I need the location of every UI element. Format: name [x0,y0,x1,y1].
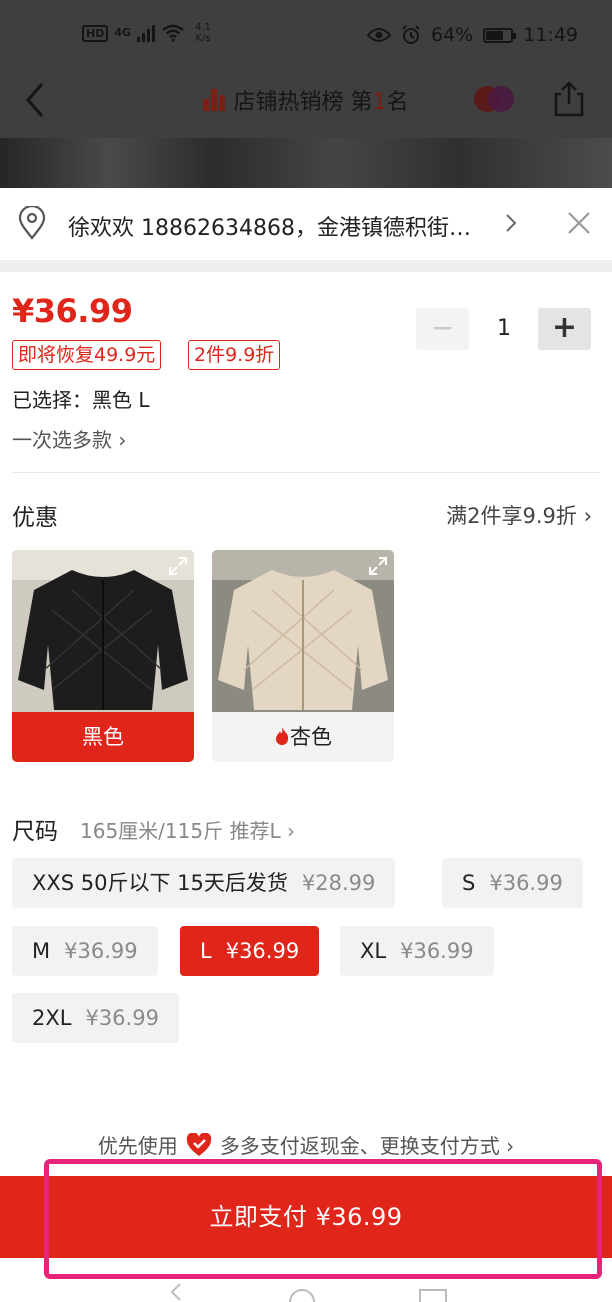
ranking-icon [203,89,226,111]
address-text: 徐欢欢 18862634868，金港镇德积街… [68,216,471,241]
sku-selection-sheet: 徐欢欢 18862634868，金港镇德积街… ¥36.99 即将恢复49.9元… [0,188,612,1302]
clock: 11:49 [523,24,578,46]
section-divider [0,260,612,272]
size-recommendation-link[interactable]: 165厘米/115斤 推荐L › [80,815,295,844]
color-label-black: 黑色 [12,712,194,762]
eye-icon [367,28,391,42]
wifi-icon [162,24,184,42]
apricot-jacket-image [212,550,394,712]
dimmed-product-photo [0,138,612,188]
size-option-2xl[interactable]: 2XL ¥36.99 [12,993,179,1043]
system-nav-bar [170,1283,447,1302]
chevron-right-icon [506,214,517,232]
address-row[interactable]: 徐欢欢 18862634868，金港镇德积街… [0,188,612,260]
hd-indicator: HD [82,24,109,42]
expand-icon[interactable] [368,556,388,576]
top-nav-bar: 店铺热销榜 第1名 [0,72,612,128]
nav-title: 店铺热销榜 第1名 [0,84,612,116]
battery-percent: 64% [431,24,474,46]
close-icon[interactable] [566,210,592,236]
size-option-m[interactable]: M ¥36.99 [12,926,158,976]
size-option-xl[interactable]: XL ¥36.99 [340,926,494,976]
payment-method-hint[interactable]: 优先使用 多多支付返现金、更换支付方式 › [0,1130,612,1159]
alarm-icon [402,25,420,44]
promo-offer-link[interactable]: 满2件享9.9折 › [446,500,592,530]
expand-icon[interactable] [168,556,188,576]
promo-title: 优惠 [12,505,58,531]
flame-icon [276,727,289,745]
current-price: ¥36.99 [12,292,133,330]
location-pin-icon [18,206,46,240]
network-type: 4G [114,26,132,39]
color-option-apricot[interactable]: 杏色 [212,550,394,762]
discount-tag: 2件9.9折 [188,340,281,370]
size-option-xxs[interactable]: XXS 50斤以下 15天后发货 ¥28.99 [12,858,396,908]
divider [12,472,600,473]
color-label-apricot: 杏色 [212,712,394,762]
size-title: 尺码 [12,819,58,845]
quantity-decrease-button[interactable]: − [416,308,469,350]
share-icon[interactable] [552,80,586,118]
quantity-value: 1 [497,316,511,341]
battery-icon [483,27,517,43]
network-speed: 4.1 K/s [195,22,211,44]
heart-shield-icon [186,1132,211,1156]
signal-icon [137,24,156,42]
selected-summary: 已选择：黑色 L [12,388,150,412]
quantity-increase-button[interactable]: + [538,308,591,350]
multi-select-link[interactable]: 一次选多款 › [12,424,126,453]
black-jacket-image [12,550,194,712]
pay-now-button[interactable]: 立即支付 ¥36.99 [0,1176,612,1258]
restore-price-tag: 即将恢复49.9元 [12,340,162,370]
status-bar: HD 4G 4.1 K/s 64% 11:49 [0,0,612,72]
color-option-black[interactable]: 黑色 [12,550,194,762]
store-logo-icon[interactable] [472,84,516,114]
size-option-l[interactable]: L ¥36.99 [180,926,320,976]
size-option-s[interactable]: S ¥36.99 [442,858,583,908]
